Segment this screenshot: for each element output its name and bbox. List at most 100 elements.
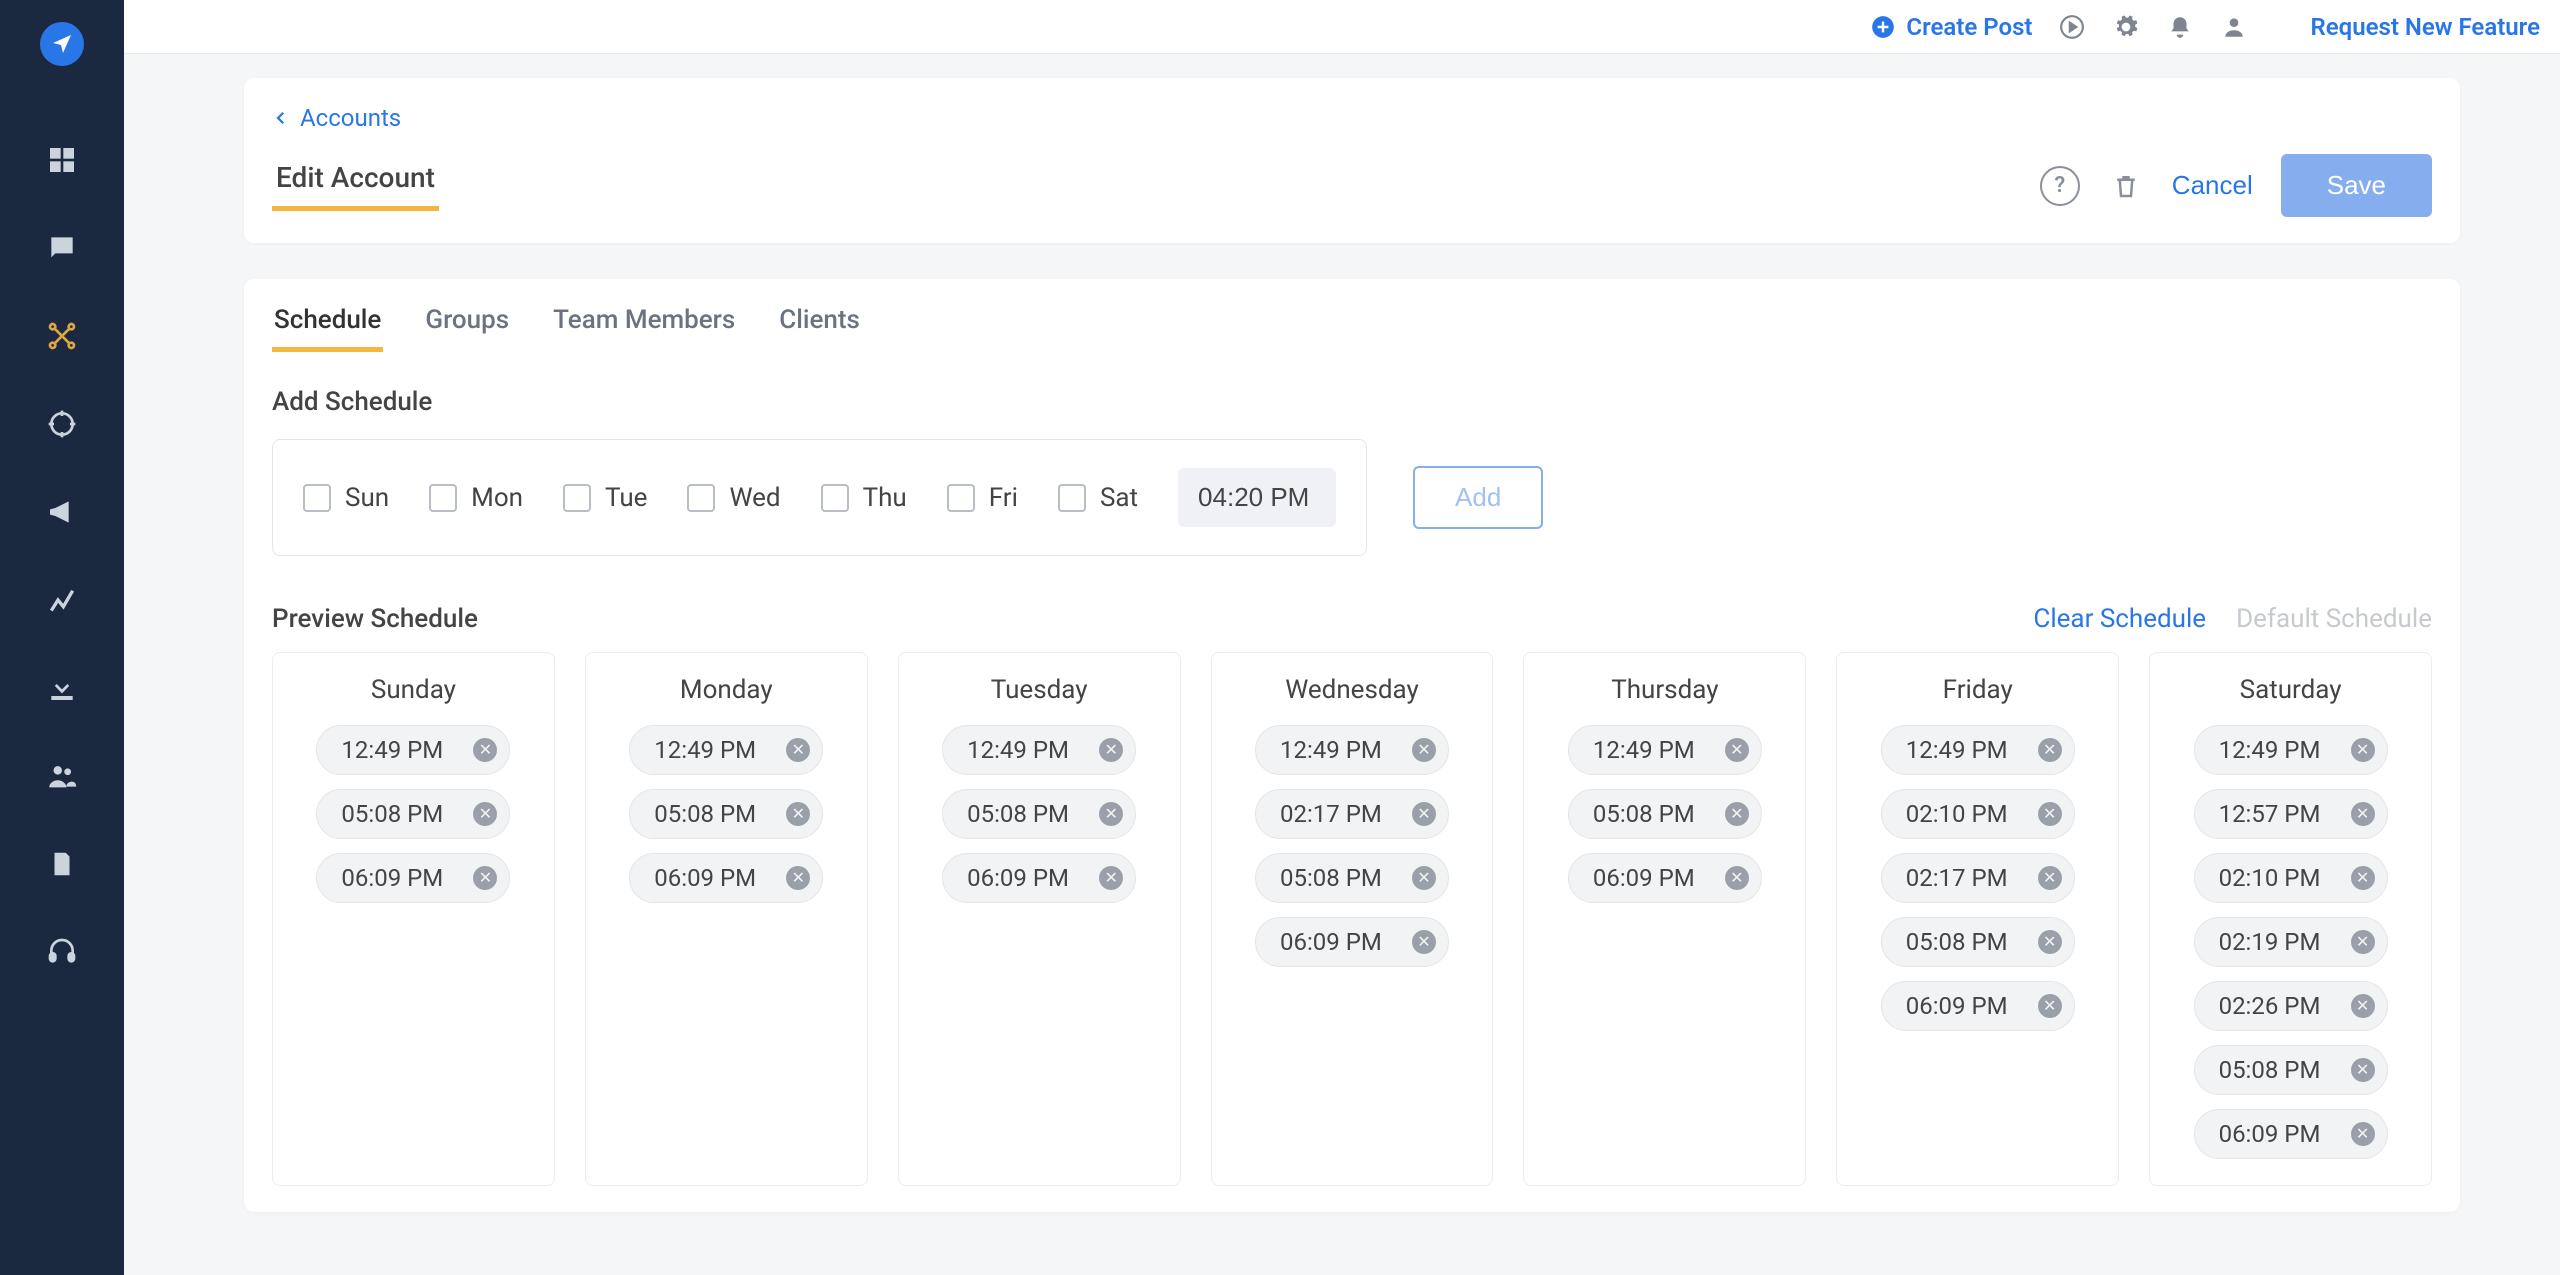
remove-time-icon[interactable]: ✕: [1412, 866, 1436, 890]
tab-schedule[interactable]: Schedule: [272, 305, 383, 352]
tab-team-members[interactable]: Team Members: [551, 305, 737, 352]
remove-time-icon[interactable]: ✕: [2351, 1058, 2375, 1082]
remove-time-icon[interactable]: ✕: [473, 738, 497, 762]
checkbox-icon[interactable]: [1058, 484, 1086, 512]
remove-time-icon[interactable]: ✕: [473, 802, 497, 826]
day-checkbox-thu[interactable]: Thu: [821, 483, 907, 513]
gear-icon[interactable]: [2112, 13, 2140, 41]
day-checkbox-sun[interactable]: Sun: [303, 483, 389, 513]
remove-time-icon[interactable]: ✕: [1725, 866, 1749, 890]
help-button[interactable]: ?: [2040, 166, 2080, 206]
remove-time-icon[interactable]: ✕: [2038, 930, 2062, 954]
time-pill[interactable]: 06:09 PM✕: [316, 853, 510, 903]
time-pill[interactable]: 02:17 PM✕: [1255, 789, 1449, 839]
remove-time-icon[interactable]: ✕: [1725, 802, 1749, 826]
time-pill[interactable]: 06:09 PM✕: [1568, 853, 1762, 903]
remove-time-icon[interactable]: ✕: [786, 738, 810, 762]
remove-time-icon[interactable]: ✕: [2038, 802, 2062, 826]
time-pill[interactable]: 05:08 PM✕: [942, 789, 1136, 839]
checkbox-icon[interactable]: [947, 484, 975, 512]
remove-time-icon[interactable]: ✕: [2351, 738, 2375, 762]
remove-time-icon[interactable]: ✕: [2351, 994, 2375, 1018]
save-button[interactable]: Save: [2281, 154, 2432, 217]
day-checkbox-sat[interactable]: Sat: [1058, 483, 1138, 513]
analytics-icon[interactable]: [44, 582, 80, 618]
document-icon[interactable]: [44, 846, 80, 882]
remove-time-icon[interactable]: ✕: [786, 866, 810, 890]
time-pill[interactable]: 02:26 PM✕: [2194, 981, 2388, 1031]
cancel-button[interactable]: Cancel: [2172, 170, 2253, 201]
day-checkbox-tue[interactable]: Tue: [563, 483, 647, 513]
support-icon[interactable]: [44, 934, 80, 970]
bell-icon[interactable]: [2166, 13, 2194, 41]
app-logo[interactable]: [40, 22, 84, 66]
time-pill[interactable]: 12:49 PM✕: [1881, 725, 2075, 775]
checkbox-icon[interactable]: [687, 484, 715, 512]
people-icon[interactable]: [44, 758, 80, 794]
time-pill[interactable]: 06:09 PM✕: [1881, 981, 2075, 1031]
remove-time-icon[interactable]: ✕: [2038, 738, 2062, 762]
download-icon[interactable]: [44, 670, 80, 706]
remove-time-icon[interactable]: ✕: [2351, 1122, 2375, 1146]
time-pill[interactable]: 05:08 PM✕: [1881, 917, 2075, 967]
checkbox-icon[interactable]: [563, 484, 591, 512]
remove-time-icon[interactable]: ✕: [1412, 930, 1436, 954]
trash-icon[interactable]: [2108, 168, 2144, 204]
time-pill[interactable]: 12:49 PM✕: [316, 725, 510, 775]
remove-time-icon[interactable]: ✕: [2351, 930, 2375, 954]
remove-time-icon[interactable]: ✕: [786, 802, 810, 826]
time-pill[interactable]: 12:49 PM✕: [1568, 725, 1762, 775]
time-pill[interactable]: 05:08 PM✕: [1568, 789, 1762, 839]
network-icon[interactable]: [44, 318, 80, 354]
time-pill[interactable]: 02:17 PM✕: [1881, 853, 2075, 903]
user-icon[interactable]: [2220, 13, 2248, 41]
remove-time-icon[interactable]: ✕: [2038, 994, 2062, 1018]
time-pill[interactable]: 06:09 PM✕: [1255, 917, 1449, 967]
day-checkbox-fri[interactable]: Fri: [947, 483, 1018, 513]
breadcrumb[interactable]: Accounts: [272, 104, 2432, 132]
target-icon[interactable]: [44, 406, 80, 442]
time-pill[interactable]: 12:49 PM✕: [942, 725, 1136, 775]
time-pill[interactable]: 12:49 PM✕: [629, 725, 823, 775]
time-pill[interactable]: 05:08 PM✕: [1255, 853, 1449, 903]
time-pill[interactable]: 06:09 PM ✕: [942, 853, 1136, 903]
remove-time-icon[interactable]: ✕: [2351, 866, 2375, 890]
dashboard-icon[interactable]: [44, 142, 80, 178]
remove-time-icon[interactable]: ✕: [1099, 738, 1123, 762]
time-pill[interactable]: 02:10 PM✕: [1881, 789, 2075, 839]
request-feature-link[interactable]: Request New Feature: [2310, 13, 2540, 41]
tab-groups[interactable]: Groups: [423, 305, 511, 352]
day-checkbox-wed[interactable]: Wed: [687, 483, 780, 513]
remove-time-icon[interactable]: ✕: [1099, 866, 1123, 890]
remove-time-icon[interactable]: ✕: [1099, 802, 1123, 826]
day-checkbox-mon[interactable]: Mon: [429, 483, 523, 513]
clear-schedule-link[interactable]: Clear Schedule: [2033, 604, 2206, 634]
add-button[interactable]: Add: [1413, 466, 1543, 529]
megaphone-icon[interactable]: [44, 494, 80, 530]
checkbox-icon[interactable]: [429, 484, 457, 512]
time-input[interactable]: [1178, 468, 1336, 527]
time-label: 06:09 PM: [967, 864, 1069, 892]
play-icon[interactable]: [2058, 13, 2086, 41]
time-pill[interactable]: 12:49 PM✕: [2194, 725, 2388, 775]
remove-time-icon[interactable]: ✕: [1412, 738, 1436, 762]
checkbox-icon[interactable]: [303, 484, 331, 512]
remove-time-icon[interactable]: ✕: [2351, 802, 2375, 826]
remove-time-icon[interactable]: ✕: [2038, 866, 2062, 890]
checkbox-icon[interactable]: [821, 484, 849, 512]
time-pill[interactable]: 02:10 PM✕: [2194, 853, 2388, 903]
time-pill[interactable]: 06:09 PM✕: [2194, 1109, 2388, 1159]
messages-icon[interactable]: [44, 230, 80, 266]
time-pill[interactable]: 02:19 PM✕: [2194, 917, 2388, 967]
tab-clients[interactable]: Clients: [777, 305, 862, 352]
time-pill[interactable]: 05:08 PM✕: [629, 789, 823, 839]
time-pill[interactable]: 12:57 PM✕: [2194, 789, 2388, 839]
create-post-button[interactable]: Create Post: [1870, 13, 2032, 41]
remove-time-icon[interactable]: ✕: [1725, 738, 1749, 762]
time-pill[interactable]: 06:09 PM✕: [629, 853, 823, 903]
time-pill[interactable]: 05:08 PM✕: [316, 789, 510, 839]
remove-time-icon[interactable]: ✕: [473, 866, 497, 890]
time-pill[interactable]: 12:49 PM✕: [1255, 725, 1449, 775]
remove-time-icon[interactable]: ✕: [1412, 802, 1436, 826]
time-pill[interactable]: 05:08 PM✕: [2194, 1045, 2388, 1095]
